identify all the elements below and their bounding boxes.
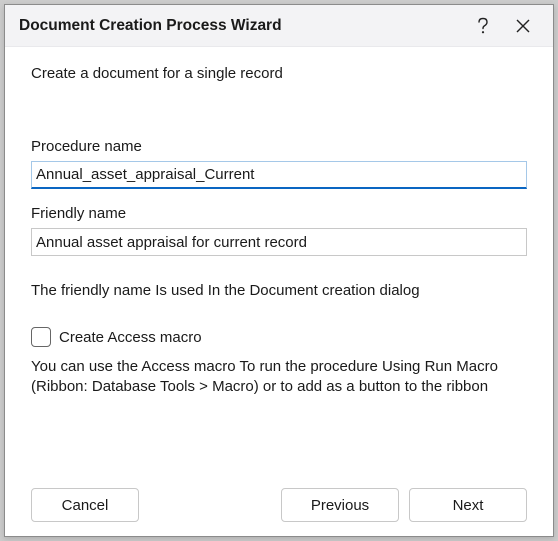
page-subtitle: Create a document for a single record	[31, 65, 527, 82]
procedure-name-label: Procedure name	[31, 138, 527, 155]
friendly-name-input[interactable]	[31, 228, 527, 256]
create-macro-help: You can use the Access macro To run the …	[31, 357, 527, 398]
next-button[interactable]: Next	[409, 488, 527, 522]
create-macro-row: Create Access macro	[31, 327, 527, 347]
create-macro-checkbox[interactable]	[31, 327, 51, 347]
cancel-button[interactable]: Cancel	[31, 488, 139, 522]
close-button[interactable]	[503, 5, 543, 47]
button-spacer	[149, 488, 271, 522]
create-macro-label[interactable]: Create Access macro	[59, 329, 202, 346]
previous-button[interactable]: Previous	[281, 488, 399, 522]
wizard-dialog: Document Creation Process Wizard Create …	[4, 4, 554, 537]
friendly-name-label: Friendly name	[31, 205, 527, 222]
friendly-name-help: The friendly name Is used In the Documen…	[31, 282, 527, 299]
procedure-name-input[interactable]	[31, 161, 527, 189]
wizard-content: Create a document for a single record Pr…	[5, 47, 553, 536]
wizard-buttons: Cancel Previous Next	[31, 474, 527, 522]
help-icon	[476, 17, 490, 35]
window-title: Document Creation Process Wizard	[19, 17, 463, 35]
help-button[interactable]	[463, 5, 503, 47]
titlebar: Document Creation Process Wizard	[5, 5, 553, 47]
close-icon	[515, 18, 531, 34]
